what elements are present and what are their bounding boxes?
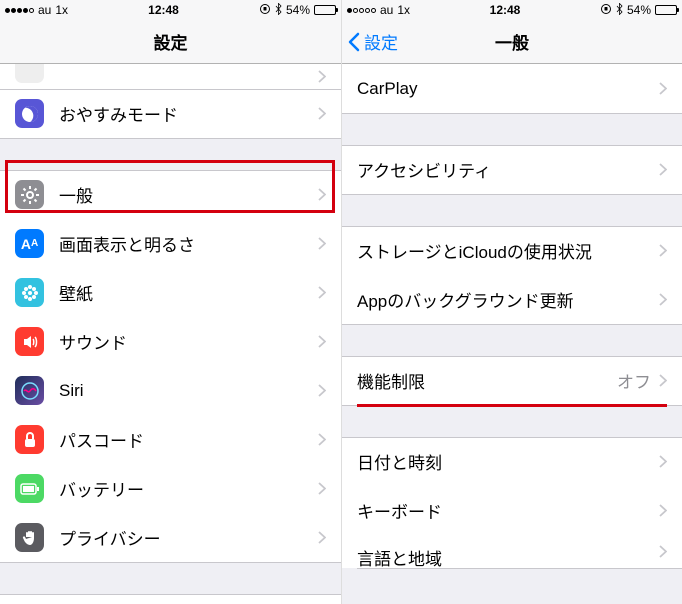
cell-bgrefresh[interactable]: Appのバックグラウンド更新 <box>342 275 682 324</box>
chevron-right-icon <box>659 163 667 176</box>
settings-list[interactable]: おやすみモード 一般 AA 画面表示と明るさ 壁紙 <box>0 64 341 604</box>
signal-icon <box>5 8 34 13</box>
cell-label: 壁紙 <box>59 280 318 305</box>
gear-icon <box>15 180 44 209</box>
siri-icon <box>15 376 44 405</box>
screen-settings: au 1x 12:48 54% 設定 おやすみモード <box>0 0 341 604</box>
chevron-right-icon <box>659 244 667 257</box>
hand-icon <box>15 523 44 552</box>
chevron-right-icon <box>659 293 667 306</box>
cell-icloud[interactable]: iCloud <box>0 594 341 604</box>
cell-label: 機能制限 <box>357 368 617 393</box>
cell-label: アクセシビリティ <box>357 157 659 182</box>
chevron-right-icon <box>318 188 326 201</box>
cell-carplay[interactable]: CarPlay <box>342 64 682 113</box>
carrier-label: au <box>38 3 51 17</box>
cell-privacy[interactable]: プライバシー <box>0 513 341 562</box>
chevron-right-icon <box>659 374 667 387</box>
chevron-right-icon <box>318 107 326 120</box>
clock: 12:48 <box>490 3 521 17</box>
cell-label: 画面表示と明るさ <box>59 231 318 256</box>
cell-label: キーボード <box>357 498 659 523</box>
cell-label: 日付と時刻 <box>357 449 659 474</box>
status-bar: au 1x 12:48 54% <box>0 0 341 20</box>
chevron-right-icon <box>659 504 667 517</box>
cell-label: CarPlay <box>357 79 659 99</box>
bluetooth-icon <box>275 3 282 18</box>
nav-title: 一般 <box>495 29 529 54</box>
cell-label: Siri <box>59 381 318 401</box>
chevron-right-icon <box>318 433 326 446</box>
chevron-right-icon <box>318 531 326 544</box>
flower-icon <box>15 278 44 307</box>
cell-restrictions[interactable]: 機能制限 オフ <box>342 356 682 405</box>
battery-icon <box>314 5 336 15</box>
cell-label: 一般 <box>59 182 318 207</box>
chevron-right-icon <box>318 70 326 83</box>
battery-pct: 54% <box>627 3 651 17</box>
cell-dnd[interactable]: おやすみモード <box>0 89 341 138</box>
clock: 12:48 <box>148 3 179 17</box>
signal-icon <box>347 8 376 13</box>
cell-label: おやすみモード <box>59 101 318 126</box>
nav-title: 設定 <box>154 29 188 54</box>
chevron-right-icon <box>318 286 326 299</box>
network-label: 1x <box>397 3 410 17</box>
cell-label: プライバシー <box>59 525 318 550</box>
cell-label: ストレージとiCloudの使用状況 <box>357 238 659 263</box>
chevron-right-icon <box>318 482 326 495</box>
chevron-right-icon <box>318 237 326 250</box>
chevron-right-icon <box>318 335 326 348</box>
battery-pct: 54% <box>286 3 310 17</box>
cell-label: パスコード <box>59 427 318 452</box>
cell-wallpaper[interactable]: 壁紙 <box>0 268 341 317</box>
back-button[interactable]: 設定 <box>348 20 398 63</box>
battery-settings-icon <box>15 474 44 503</box>
cell-label: 言語と地域 <box>357 545 659 570</box>
cell-language[interactable]: 言語と地域 <box>342 535 682 568</box>
cell-storage[interactable]: ストレージとiCloudの使用状況 <box>342 226 682 275</box>
cell-label: サウンド <box>59 329 318 354</box>
underline-restrictions <box>357 404 667 407</box>
speaker-icon <box>15 327 44 356</box>
cell-label: Appのバックグラウンド更新 <box>357 287 659 312</box>
network-label: 1x <box>55 3 68 17</box>
chevron-left-icon <box>348 32 360 52</box>
text-size-icon: AA <box>15 229 44 258</box>
cell-value: オフ <box>617 368 651 393</box>
nav-bar: 設定 一般 <box>342 20 682 64</box>
back-label: 設定 <box>364 29 398 54</box>
cell-siri[interactable]: Siri <box>0 366 341 415</box>
battery-icon <box>655 5 677 15</box>
rotation-lock-icon <box>600 3 612 18</box>
cell-datetime[interactable]: 日付と時刻 <box>342 437 682 486</box>
bluetooth-icon <box>616 3 623 18</box>
screen-general: au 1x 12:48 54% 設定 一般 CarPlay アクセシ <box>341 0 682 604</box>
chevron-right-icon <box>659 545 667 558</box>
cell-battery[interactable]: バッテリー <box>0 464 341 513</box>
general-list[interactable]: CarPlay アクセシビリティ ストレージとiCloudの使用状況 Appのバ… <box>342 64 682 604</box>
carrier-label: au <box>380 3 393 17</box>
cell-passcode[interactable]: パスコード <box>0 415 341 464</box>
cell-display[interactable]: AA 画面表示と明るさ <box>0 219 341 268</box>
cell-label: バッテリー <box>59 476 318 501</box>
nav-bar: 設定 <box>0 20 341 64</box>
cell-sounds[interactable]: サウンド <box>0 317 341 366</box>
rotation-lock-icon <box>259 3 271 18</box>
cell-partial-top[interactable] <box>0 64 341 89</box>
cell-accessibility[interactable]: アクセシビリティ <box>342 145 682 194</box>
cell-keyboard[interactable]: キーボード <box>342 486 682 535</box>
chevron-right-icon <box>659 82 667 95</box>
lock-icon <box>15 425 44 454</box>
chevron-right-icon <box>318 384 326 397</box>
chevron-right-icon <box>659 455 667 468</box>
moon-icon <box>15 99 44 128</box>
cell-general[interactable]: 一般 <box>0 170 341 219</box>
status-bar: au 1x 12:48 54% <box>342 0 682 20</box>
